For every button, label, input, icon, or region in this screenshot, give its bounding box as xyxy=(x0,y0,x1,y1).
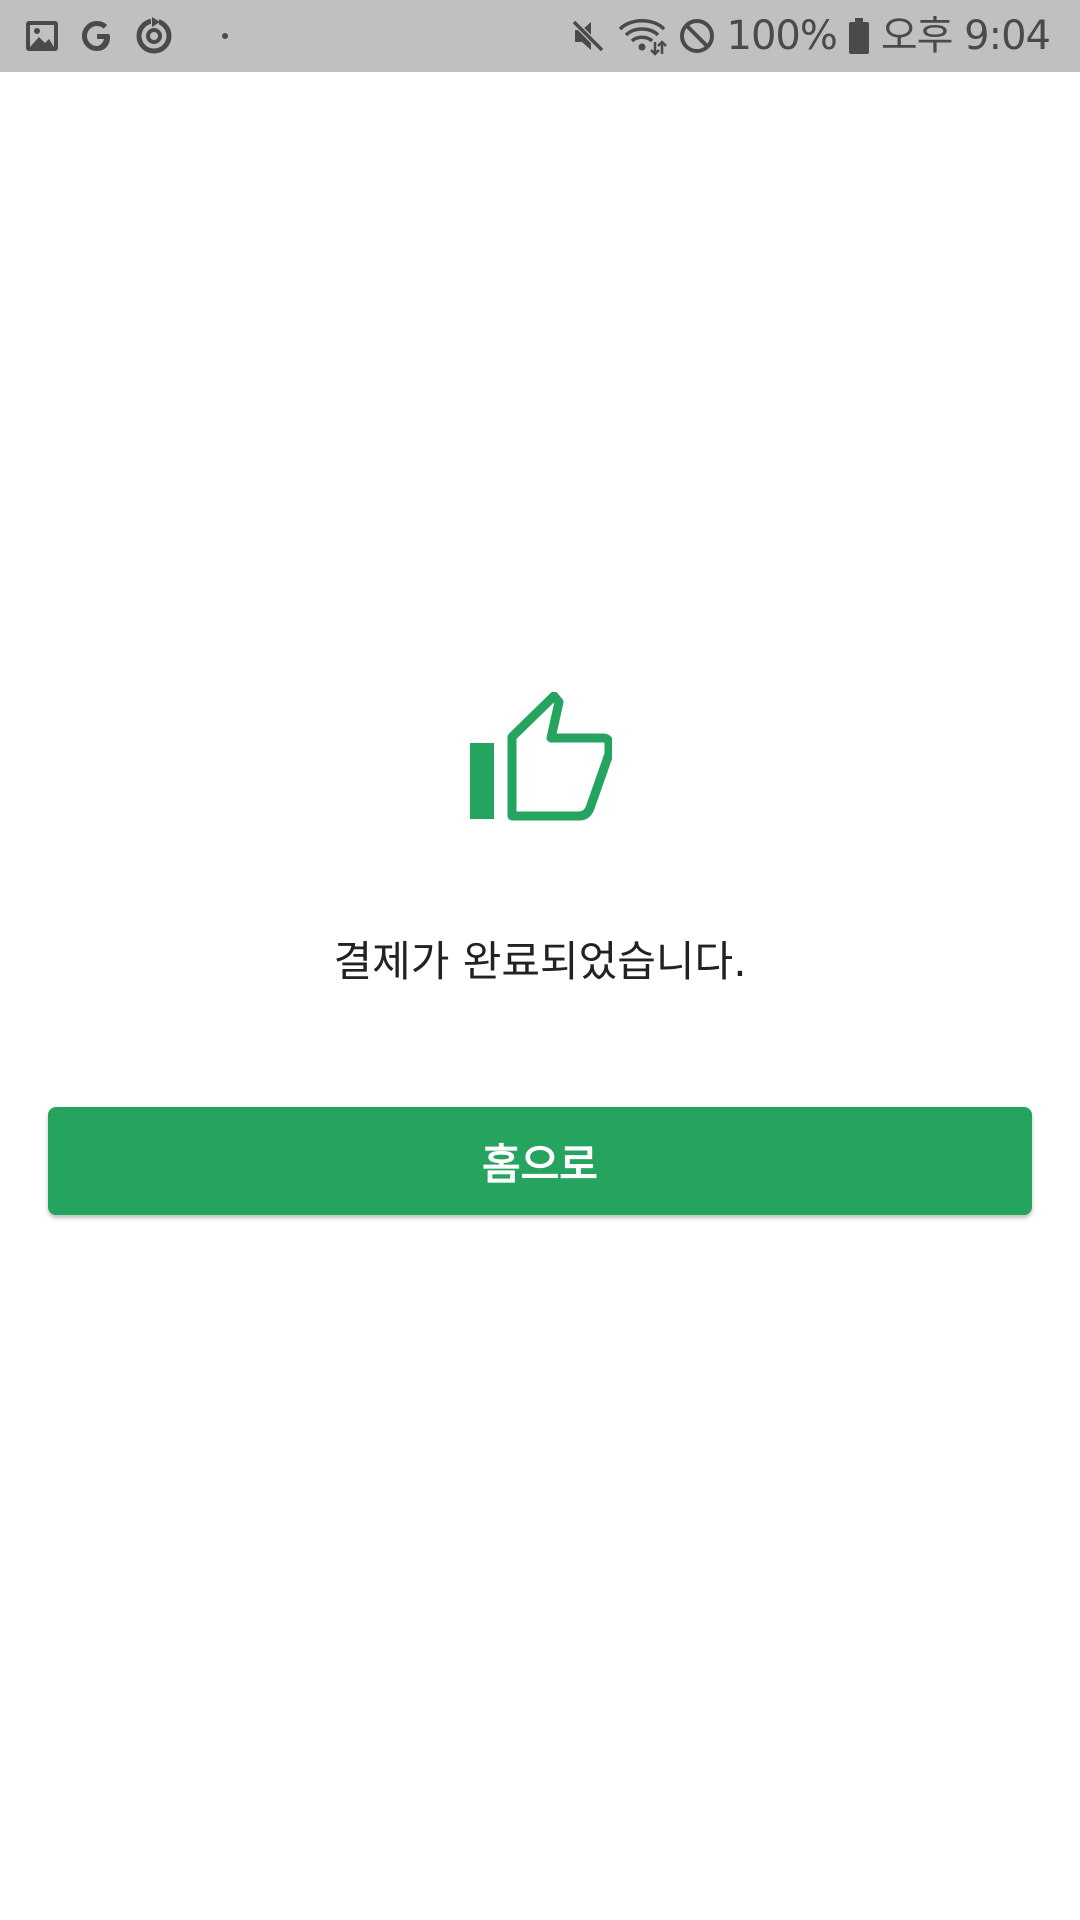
sync-icon xyxy=(134,16,174,56)
payment-complete-message: 결제가 완료되었습니다. xyxy=(333,937,747,986)
status-bar-notifications xyxy=(24,14,228,58)
gallery-icon xyxy=(24,18,60,54)
notification-dot xyxy=(222,33,228,39)
mute-icon xyxy=(569,17,607,55)
battery-icon xyxy=(847,16,871,56)
status-bar: 100% 오후 9:04 xyxy=(0,0,1080,72)
payment-complete-screen: 결제가 완료되었습니다. 홈으로 xyxy=(0,72,1080,1920)
thumbs-up-icon xyxy=(470,692,612,821)
clock: 오후 9:04 xyxy=(880,13,1051,59)
status-bar-system: 100% 오후 9:04 xyxy=(569,12,1051,60)
battery-percent: 100% xyxy=(726,13,838,59)
home-button[interactable]: 홈으로 xyxy=(48,1107,1032,1215)
google-icon xyxy=(78,17,116,55)
wifi-icon xyxy=(617,16,667,56)
block-icon xyxy=(677,16,717,56)
